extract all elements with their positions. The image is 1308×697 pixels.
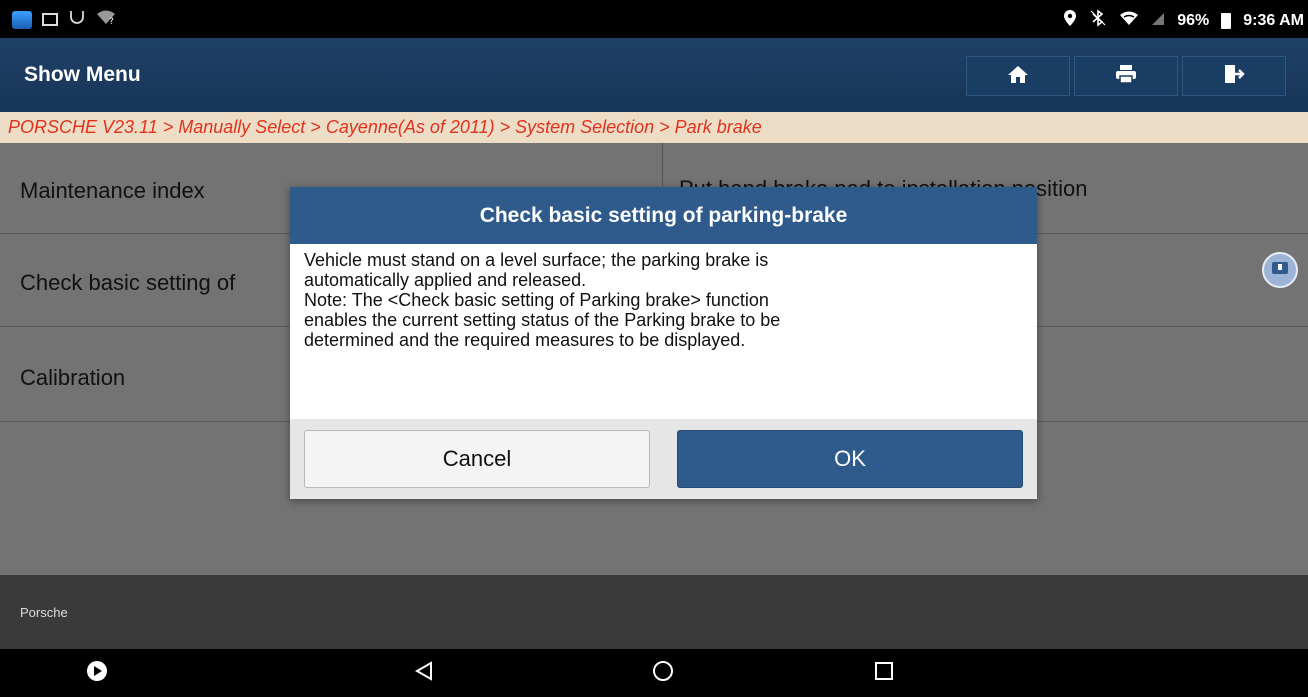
home-button[interactable] <box>966 56 1070 96</box>
battery-icon <box>1221 12 1232 29</box>
footer: Porsche <box>0 575 1308 649</box>
status-right-icons: 96% 9:36 AM <box>1063 9 1304 32</box>
wifi-question-icon: ? <box>96 9 118 30</box>
back-icon <box>414 660 434 686</box>
usb-icon <box>68 9 86 30</box>
floating-assist-button[interactable] <box>1262 252 1298 288</box>
menu-item-label: Maintenance index <box>20 178 205 203</box>
home-circle-icon <box>652 660 674 687</box>
svg-text:?: ? <box>109 17 114 25</box>
print-button[interactable] <box>1074 56 1178 96</box>
back-button[interactable] <box>402 649 446 697</box>
confirm-dialog: Check basic setting of parking-brake Veh… <box>290 187 1037 499</box>
print-icon <box>1115 64 1137 89</box>
dialog-title: Check basic setting of parking-brake <box>290 187 1037 244</box>
menu-item-label: Check basic setting of <box>20 270 236 295</box>
home-nav-button[interactable] <box>641 649 685 697</box>
dialog-button-bar: Cancel OK <box>290 419 1037 499</box>
status-left-icons: ? <box>12 9 118 30</box>
app-header: Show Menu <box>0 38 1308 112</box>
wifi-icon <box>1119 10 1139 31</box>
show-menu-title[interactable]: Show Menu <box>24 63 141 87</box>
home-icon <box>1007 64 1029 89</box>
play-icon <box>86 660 108 687</box>
status-bar: ? 96% 9:36 AM <box>0 0 1308 38</box>
cancel-button[interactable]: Cancel <box>304 430 650 488</box>
ok-button[interactable]: OK <box>677 430 1023 488</box>
android-nav-bar <box>0 649 1308 697</box>
download-icon <box>1271 260 1289 281</box>
clock: 9:36 AM <box>1243 11 1304 29</box>
menu-item-label: Calibration <box>20 365 126 390</box>
play-button[interactable] <box>75 649 119 697</box>
footer-brand: Porsche <box>20 605 68 620</box>
exit-icon <box>1223 64 1245 89</box>
no-sim-icon <box>1151 10 1165 31</box>
recents-button[interactable] <box>862 649 906 697</box>
recents-icon <box>874 661 894 686</box>
breadcrumb-text: PORSCHE V23.11 > Manually Select > Cayen… <box>8 117 762 137</box>
breadcrumb: PORSCHE V23.11 > Manually Select > Cayen… <box>0 112 1308 143</box>
app-icon <box>12 10 32 29</box>
exit-button[interactable] <box>1182 56 1286 96</box>
battery-percent: 96% <box>1177 11 1210 29</box>
gallery-icon <box>42 13 58 26</box>
location-icon <box>1063 9 1077 32</box>
bluetooth-icon <box>1089 9 1107 32</box>
dialog-message: Vehicle must stand on a level surface; t… <box>304 250 781 350</box>
